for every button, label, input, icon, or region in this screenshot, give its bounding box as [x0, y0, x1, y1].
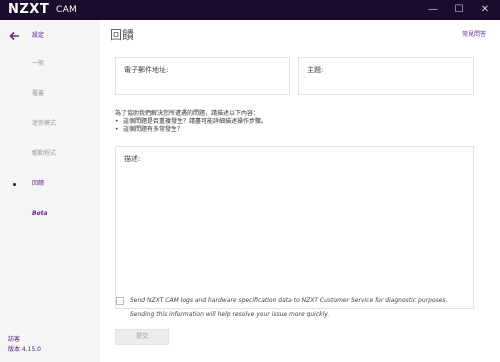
- email-field[interactable]: 電子郵件地址:: [115, 57, 290, 95]
- close-button[interactable]: ✕: [474, 0, 496, 20]
- faq-link[interactable]: 常見問答: [462, 31, 486, 39]
- description-field-label: 描述:: [124, 155, 141, 163]
- arrow-left-icon: [8, 30, 20, 42]
- help-instructions: 為了協助我們解決您所遭遇的問題，請描述以下內容： 這個問題是否重複發生？請盡可能…: [115, 110, 445, 134]
- sidebar-item-mini-mode[interactable]: 迷你模式: [32, 119, 56, 129]
- back-to-settings-button[interactable]: 設定: [8, 30, 44, 42]
- send-logs-label: Send NZXT CAM logs and hardware specific…: [130, 297, 448, 304]
- main-content: 回饋 常見問答 電子郵件地址: 主題: 為了協助我們解決您所遭遇的問題，請描述以…: [100, 20, 500, 362]
- title-bar: NZXT CAM — ☐ ✕: [0, 0, 500, 20]
- email-field-label: 電子郵件地址:: [124, 66, 169, 74]
- sidebar-item-beta[interactable]: Beta: [32, 209, 48, 219]
- minimize-button[interactable]: —: [422, 0, 444, 20]
- back-label: 設定: [32, 32, 45, 39]
- help-intro: 為了協助我們解決您所遭遇的問題，請描述以下內容：: [115, 110, 260, 117]
- version-label: 版本 4.15.0: [8, 346, 41, 353]
- maximize-button[interactable]: ☐: [448, 0, 470, 20]
- cam-logo-text: CAM: [56, 5, 78, 15]
- sidebar-item-general[interactable]: 一般: [32, 59, 44, 69]
- active-indicator-dot: [13, 183, 16, 186]
- sidebar: 設定 一般 覆蓋 迷你模式 驅動程式 回饋 Beta 訪客 版本 4.15.0: [0, 20, 100, 362]
- subject-field-label: 主題:: [307, 66, 324, 74]
- login-status[interactable]: 訪客: [8, 336, 20, 344]
- nzxt-logo: NZXT: [8, 2, 50, 17]
- description-field[interactable]: 描述:: [115, 146, 474, 309]
- help-bullet: 這個問題是否重複發生？請盡可能詳細描述操作步驟。: [115, 118, 445, 126]
- sidebar-item-drivers[interactable]: 驅動程式: [32, 149, 56, 159]
- sidebar-item-feedback[interactable]: 回饋: [32, 179, 44, 189]
- submit-button[interactable]: 提交: [115, 329, 169, 345]
- sidebar-item-overlay[interactable]: 覆蓋: [32, 89, 44, 99]
- subject-field[interactable]: 主題:: [298, 57, 474, 95]
- help-bullet: 這個問題有多常發生？: [115, 126, 445, 134]
- send-logs-note: Sending this information will help resol…: [130, 311, 330, 318]
- page-title: 回饋: [110, 28, 135, 42]
- send-logs-checkbox[interactable]: [116, 297, 124, 305]
